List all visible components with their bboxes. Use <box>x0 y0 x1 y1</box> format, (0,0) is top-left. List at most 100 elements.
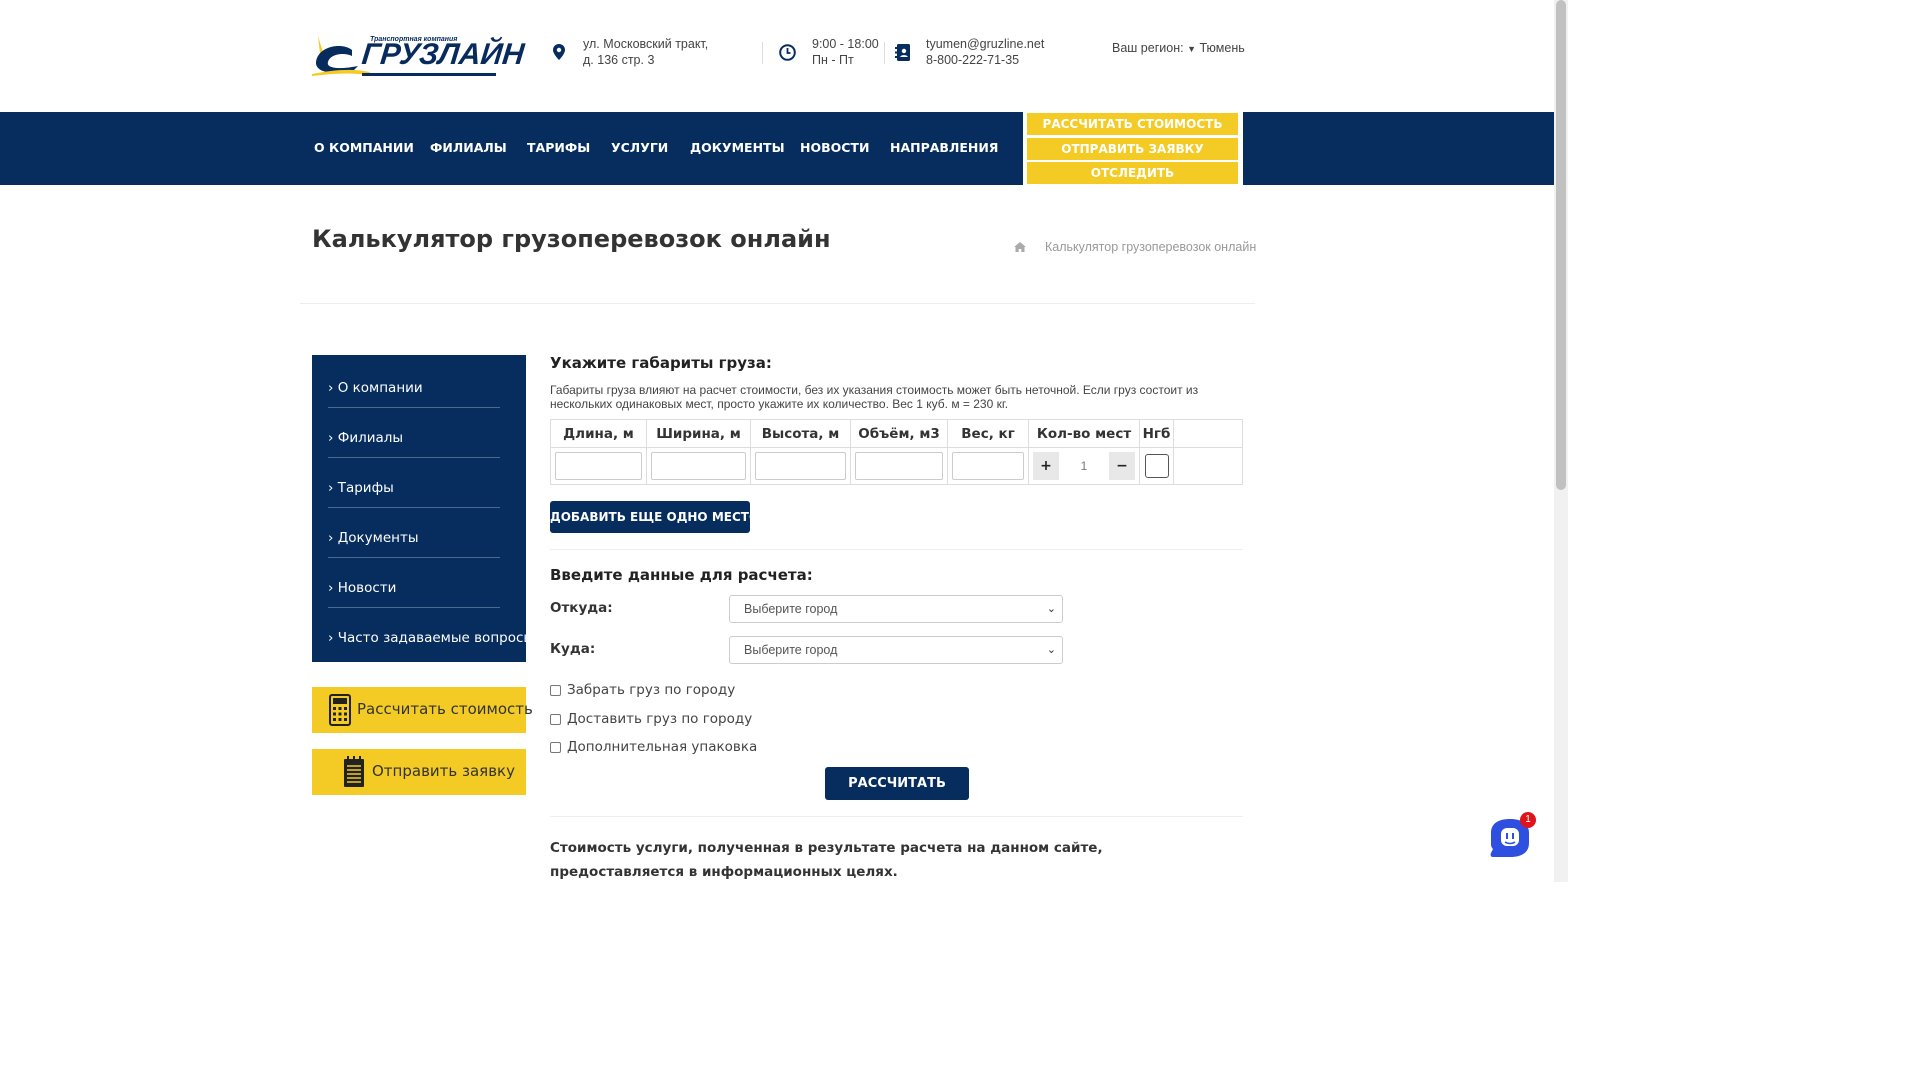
hours-time: 9:00 - 18:00 <box>812 37 879 51</box>
pickup-label: Забрать груз по городу <box>567 682 736 698</box>
address-line-2: д. 136 стр. 3 <box>583 53 655 67</box>
sidebar-item-label: Новости <box>337 580 397 596</box>
email-link[interactable]: tyumen@gruzline.net <box>926 36 1044 52</box>
sidebar-item-faq[interactable]: › Часто задаваемые вопросы <box>328 608 534 658</box>
page-title: Калькулятор грузоперевозок онлайн <box>312 225 831 253</box>
caret-down-icon: ▼ <box>1187 44 1196 54</box>
working-hours: 9:00 - 18:00 Пн - Пт <box>812 36 879 68</box>
chevron-down-icon: ⌄ <box>1046 603 1056 615</box>
address: ул. Московский тракт, д. 136 стр. 3 <box>583 36 708 68</box>
delivery-option[interactable]: Доставить груз по городу <box>550 711 752 727</box>
sidebar-item-label: Филиалы <box>337 430 404 446</box>
empty-cell <box>1173 447 1243 485</box>
region-selector[interactable]: Ваш регион: ▼ Тюмень <box>1112 40 1245 57</box>
width-input[interactable] <box>651 452 746 480</box>
col-quantity: Кол-во мест <box>1028 419 1140 448</box>
divider <box>762 42 763 64</box>
sidebar-item-about[interactable]: › О компании <box>328 358 500 408</box>
scrollbar-thumb[interactable] <box>1556 0 1566 490</box>
packing-checkbox[interactable] <box>550 741 561 753</box>
nav-item-documents[interactable]: ДОКУМЕНТЫ <box>690 140 785 155</box>
sidebar-item-tariffs[interactable]: › Тарифы <box>328 458 500 508</box>
sidebar-item-label: Тарифы <box>337 480 394 496</box>
route-heading: Введите данные для расчета: <box>550 566 813 584</box>
home-icon[interactable] <box>1014 242 1026 252</box>
sidebar-item-documents[interactable]: › Документы <box>328 508 500 558</box>
oversize-checkbox[interactable] <box>1144 454 1169 478</box>
delivery-label: Доставить груз по городу <box>567 711 753 727</box>
chat-badge: 1 <box>1520 812 1536 828</box>
col-length: Длина, м <box>550 419 647 448</box>
col-volume: Объём, м3 <box>850 419 948 448</box>
col-oversize: Нгб <box>1139 419 1174 448</box>
from-city-select[interactable]: Выберите город ⌄ <box>729 595 1063 623</box>
nav-item-about[interactable]: О КОМПАНИИ <box>314 140 414 155</box>
calculate-cost-button[interactable]: РАССЧИТАТЬ СТОИМОСТЬ <box>1027 113 1238 135</box>
to-label: Куда: <box>550 641 596 657</box>
nav-item-branches[interactable]: ФИЛИАЛЫ <box>430 140 507 155</box>
add-place-button[interactable]: ДОБАВИТЬ ЕЩЕ ОДНО МЕСТО <box>550 501 759 533</box>
table-row: + 1 − <box>550 447 1243 485</box>
length-input[interactable] <box>555 452 642 480</box>
send-request-button[interactable]: ОТПРАВИТЬ ЗАЯВКУ <box>1027 138 1238 160</box>
pickup-option[interactable]: Забрать груз по городу <box>550 682 735 698</box>
sidebar-item-label: О компании <box>337 380 423 396</box>
delivery-checkbox[interactable] <box>550 713 561 725</box>
nav-item-tariffs[interactable]: ТАРИФЫ <box>527 140 590 155</box>
chevron-down-icon: ⌄ <box>1046 644 1056 656</box>
sidebar-item-label: Часто задаваемые вопросы <box>337 630 535 646</box>
col-weight: Вес, кг <box>947 419 1029 448</box>
dimensions-note: Габариты груза влияют на расчет стоимост… <box>550 383 1199 411</box>
disclaimer-text: Стоимость услуги, полученная в результат… <box>550 840 1103 880</box>
quantity-input[interactable]: 1 <box>1059 459 1109 473</box>
packing-label: Дополнительная упаковка <box>567 739 758 755</box>
sidebar-item-news[interactable]: › Новости <box>328 558 500 608</box>
sidebar-item-label: Документы <box>337 530 419 546</box>
packing-option[interactable]: Дополнительная упаковка <box>550 739 757 755</box>
nav-item-news[interactable]: НОВОСТИ <box>800 140 869 155</box>
clock-icon <box>779 44 796 61</box>
breadcrumb-current: Калькулятор грузоперевозок онлайн <box>1045 240 1257 254</box>
from-label: Откуда: <box>550 600 613 616</box>
sidebar-request-label: Отправить заявку <box>372 762 515 780</box>
col-height: Высота, м <box>750 419 851 448</box>
section-divider <box>550 816 1243 817</box>
address-line-1: ул. Московский тракт, <box>583 37 709 51</box>
contact-book-icon <box>895 44 910 61</box>
divider <box>884 42 885 64</box>
sidebar-calculate-label: Рассчитать стоимость <box>357 700 533 718</box>
sidebar-item-branches[interactable]: › Филиалы <box>328 408 500 458</box>
height-input[interactable] <box>755 452 846 480</box>
section-divider <box>550 549 1243 550</box>
calculate-button[interactable]: РАССЧИТАТЬ <box>825 767 969 800</box>
track-button[interactable]: ОТСЛЕДИТЬ <box>1027 162 1238 184</box>
col-empty <box>1173 419 1243 448</box>
to-city-select[interactable]: Выберите город ⌄ <box>729 636 1063 664</box>
region-label: Ваш регион: <box>1112 41 1184 55</box>
minus-icon[interactable]: − <box>1109 452 1135 480</box>
from-city-value: Выберите город <box>744 602 838 616</box>
to-city-value: Выберите город <box>744 643 838 657</box>
quantity-stepper: + 1 − <box>1033 452 1135 480</box>
pickup-checkbox[interactable] <box>550 684 561 696</box>
weight-input[interactable] <box>952 452 1024 480</box>
contacts: tyumen@gruzline.net 8-800-222-71-35 <box>926 36 1044 68</box>
logo-text: ГРУЗЛАЙН <box>360 38 526 71</box>
location-pin-icon <box>553 44 565 60</box>
calculator-icon <box>329 694 351 726</box>
volume-input[interactable] <box>855 452 943 480</box>
sidebar-calculate-button[interactable]: Рассчитать стоимость <box>312 687 533 733</box>
notepad-icon <box>344 756 364 787</box>
company-logo[interactable]: Транспортная компания ГРУЗЛАЙН <box>312 32 526 78</box>
chat-widget-button[interactable]: 1 <box>1485 812 1536 861</box>
table-header-row: Длина, м Ширина, м Высота, м Объём, м3 В… <box>550 419 1243 448</box>
title-divider <box>300 303 1255 304</box>
dimensions-heading: Укажите габариты груза: <box>550 354 772 372</box>
nav-item-directions[interactable]: НАПРАВЛЕНИЯ <box>890 140 998 155</box>
nav-item-services[interactable]: УСЛУГИ <box>611 140 668 155</box>
region-value: Тюмень <box>1199 41 1245 55</box>
plus-icon[interactable]: + <box>1033 452 1059 480</box>
dimensions-table: Длина, м Ширина, м Высота, м Объём, м3 В… <box>550 419 1243 485</box>
sidebar-request-button[interactable]: Отправить заявку <box>312 749 526 795</box>
phone-link[interactable]: 8-800-222-71-35 <box>926 52 1044 68</box>
